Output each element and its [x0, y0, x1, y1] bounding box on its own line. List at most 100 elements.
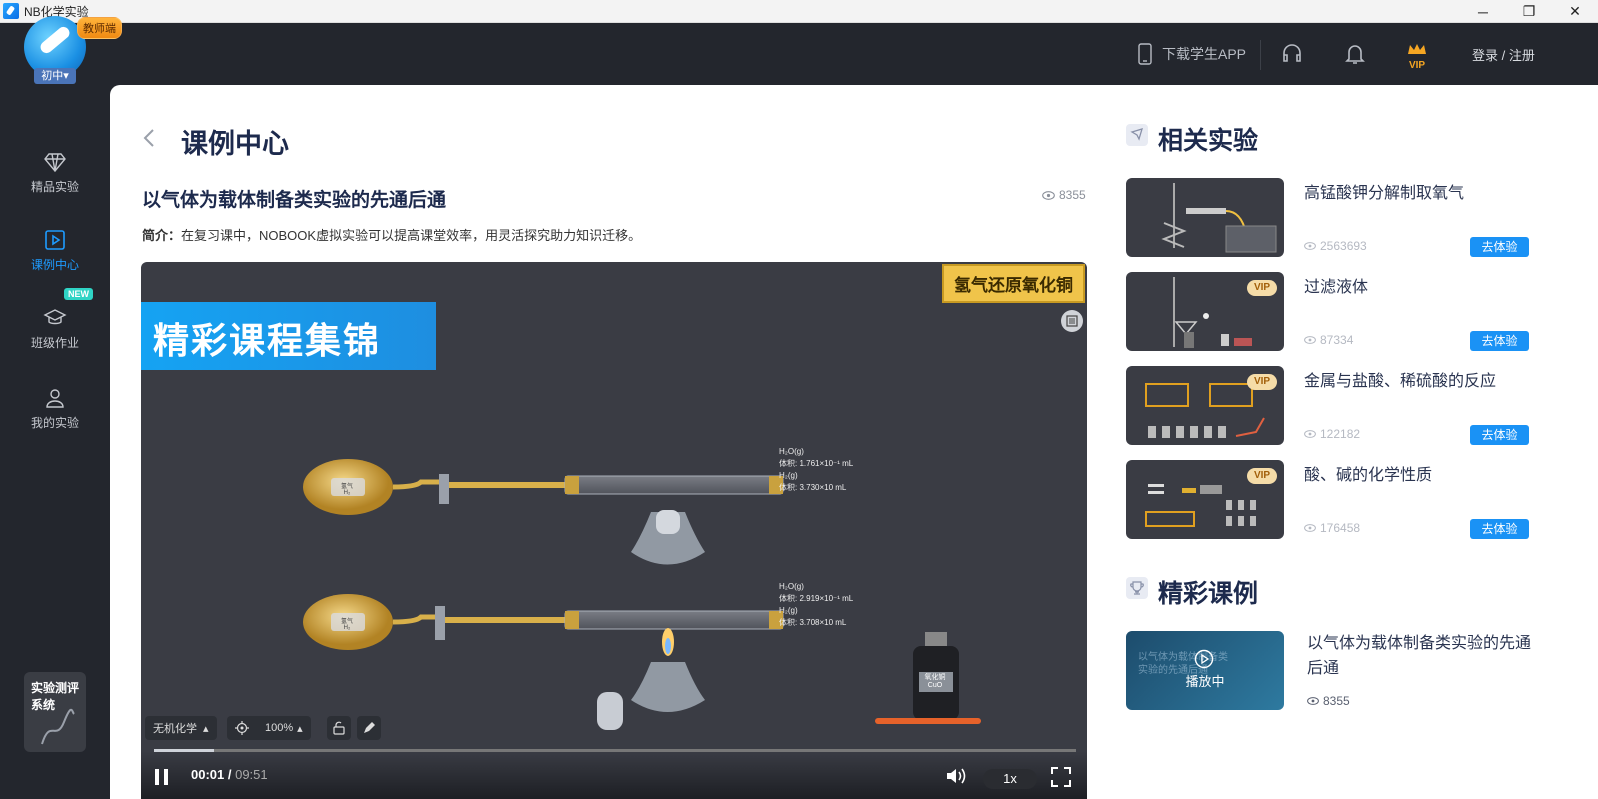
- sidebar-item-my-experiments[interactable]: 我的实验: [0, 386, 110, 431]
- eye-icon: [1304, 336, 1316, 344]
- download-app-button[interactable]: 下载学生APP: [1138, 38, 1246, 70]
- lesson-view-count: 8355: [1042, 188, 1086, 202]
- related-views: 87334: [1304, 333, 1353, 347]
- gas-readout-top: H₂O(g) 体积: 1.761×10⁻¹ mL H₂(g) 体积: 3.730…: [779, 447, 854, 492]
- intro-label: 简介：: [142, 228, 182, 243]
- eye-icon: [1304, 430, 1316, 438]
- volume-icon[interactable]: [945, 767, 967, 785]
- related-card[interactable]: VIP 酸、碱的化学性质 176458 去体验: [1126, 460, 1529, 540]
- bag-label-top: 氢气 H₂: [340, 484, 353, 496]
- related-name[interactable]: 过滤液体: [1304, 273, 1368, 297]
- intro-text: 在复习课中，NOBOOK虚拟实验可以提高课堂效率，用灵活探究助力知识迁移。: [181, 228, 642, 243]
- bottle-label: 氧化铜 CuO: [924, 674, 946, 689]
- related-name[interactable]: 金属与盐酸、稀硫酸的反应: [1304, 367, 1496, 391]
- unlock-icon[interactable]: [327, 716, 351, 740]
- video-player[interactable]: 精彩课程集锦 氢气还原氧化铜 氧化铜 CuO 氢气 H₂ 氢气 H₂ H₂O(g…: [141, 262, 1087, 799]
- video-progress-fill: [154, 749, 214, 752]
- level-selector[interactable]: 初中▾: [34, 68, 76, 84]
- experiment-scene: [303, 459, 784, 730]
- back-arrow-icon[interactable]: [142, 128, 156, 148]
- user-icon: [46, 389, 64, 408]
- sidebar-item-label: 精品实验: [30, 180, 79, 194]
- related-card[interactable]: 高锰酸钾分解制取氧气 2563693 去体验: [1126, 178, 1529, 258]
- video-corner-tag: 氢气还原氧化铜: [942, 264, 1085, 303]
- fullscreen-icon[interactable]: [1051, 767, 1071, 787]
- diamond-icon: [44, 153, 66, 173]
- bag-label-bottom: 氢气 H₂: [340, 619, 353, 631]
- playback-speed[interactable]: 1x: [983, 769, 1037, 789]
- zoom-control[interactable]: 100% ▴: [227, 716, 311, 740]
- teacher-badge: 教师端: [77, 17, 122, 39]
- eval-system-button[interactable]: 实验测评系统: [24, 672, 86, 752]
- sidebar-item-lesson-center[interactable]: 课例中心: [0, 228, 110, 273]
- featured-views: 8355: [1307, 694, 1350, 708]
- login-register-button[interactable]: 登录 / 注册: [1472, 38, 1535, 70]
- subject-selector[interactable]: 无机化学 ▴: [145, 716, 217, 740]
- divider: [1260, 40, 1261, 70]
- vip-badge: VIP: [1247, 374, 1277, 390]
- window-titlebar: NB化学实验 ─ ❐ ✕: [0, 0, 1598, 23]
- download-app-label: 下载学生APP: [1162, 46, 1247, 62]
- related-name[interactable]: 酸、碱的化学性质: [1304, 461, 1432, 485]
- maximize-button[interactable]: ❐: [1506, 0, 1552, 23]
- caret-up-icon: ▴: [203, 722, 209, 735]
- locate-icon: [235, 721, 249, 735]
- vip-button[interactable]: VIP: [1406, 42, 1428, 71]
- spoon: [875, 718, 981, 724]
- eye-icon: [1042, 190, 1055, 200]
- sidebar-item-label: 我的实验: [30, 416, 79, 430]
- vip-label: VIP: [1408, 60, 1426, 71]
- trophy-icon: [1126, 577, 1148, 599]
- headset-icon[interactable]: [1281, 42, 1303, 66]
- try-button[interactable]: 去体验: [1470, 331, 1529, 351]
- related-views: 2563693: [1304, 239, 1367, 253]
- related-card[interactable]: VIP 过滤液体 87334 去体验: [1126, 272, 1529, 352]
- try-button[interactable]: 去体验: [1470, 237, 1529, 257]
- sidebar-item-class-homework[interactable]: 班级作业: [0, 306, 110, 351]
- eye-icon: [1304, 524, 1316, 532]
- vip-badge: VIP: [1247, 280, 1277, 296]
- video-time: 00:01 / 09:51: [191, 767, 268, 782]
- gas-readout-bottom: H₂O(g) 体积: 2.919×10⁻¹ mL H₂(g) 体积: 3.708…: [779, 582, 854, 627]
- play-square-icon: [45, 230, 65, 250]
- video-progress-bar[interactable]: [154, 749, 1076, 752]
- new-badge: NEW: [64, 288, 93, 300]
- play-circle-icon: [1194, 649, 1214, 669]
- chart-trend-icon: [41, 708, 75, 745]
- try-button[interactable]: 去体验: [1470, 519, 1529, 539]
- lesson-intro: 简介：在复习课中，NOBOOK虚拟实验可以提高课堂效率，用灵活探究助力知识迁移。: [142, 225, 641, 244]
- related-card[interactable]: VIP 金属与盐酸、稀硫酸的反应 122182 去体验: [1126, 366, 1529, 446]
- try-button[interactable]: 去体验: [1470, 425, 1529, 445]
- related-title: 相关实验: [1158, 127, 1259, 155]
- related-views: 122182: [1304, 427, 1360, 441]
- sidebar-item-label: 课例中心: [30, 258, 79, 272]
- pen-icon[interactable]: [357, 716, 381, 740]
- pause-icon[interactable]: [153, 767, 171, 787]
- view-count-value: 8355: [1059, 188, 1086, 202]
- bell-icon[interactable]: [1344, 42, 1366, 66]
- menu-list-icon[interactable]: [1061, 310, 1083, 332]
- related-name[interactable]: 高锰酸钾分解制取氧气: [1304, 179, 1464, 203]
- app-icon: [3, 3, 19, 19]
- zoom-value: 100%: [265, 722, 294, 734]
- featured-name[interactable]: 以气体为载体制备类实验的先通后通: [1307, 631, 1537, 681]
- eye-icon: [1304, 242, 1316, 250]
- video-banner: 精彩课程集锦: [141, 302, 436, 370]
- subject-label: 无机化学: [153, 723, 197, 735]
- sidebar-item-label: 班级作业: [30, 336, 79, 350]
- phone-icon: [1138, 43, 1152, 65]
- related-thumbnail: VIP: [1126, 366, 1284, 445]
- page-title: 课例中心: [181, 129, 289, 159]
- caret-up-icon: ▴: [297, 722, 303, 735]
- playing-label: 播放中: [1185, 674, 1225, 689]
- crown-icon: [1408, 44, 1426, 54]
- related-thumbnail: VIP: [1126, 460, 1284, 539]
- related-thumbnail: VIP: [1126, 272, 1284, 351]
- vip-badge: VIP: [1247, 468, 1277, 484]
- featured-thumbnail[interactable]: 以气体为载体制备类实验的先通后通 播放中: [1126, 631, 1284, 710]
- sidebar-item-premium-experiments[interactable]: 精品实验: [0, 150, 110, 195]
- send-icon: [1126, 124, 1148, 146]
- related-thumbnail: [1126, 178, 1284, 257]
- minimize-button[interactable]: ─: [1460, 0, 1506, 23]
- close-button[interactable]: ✕: [1552, 0, 1598, 23]
